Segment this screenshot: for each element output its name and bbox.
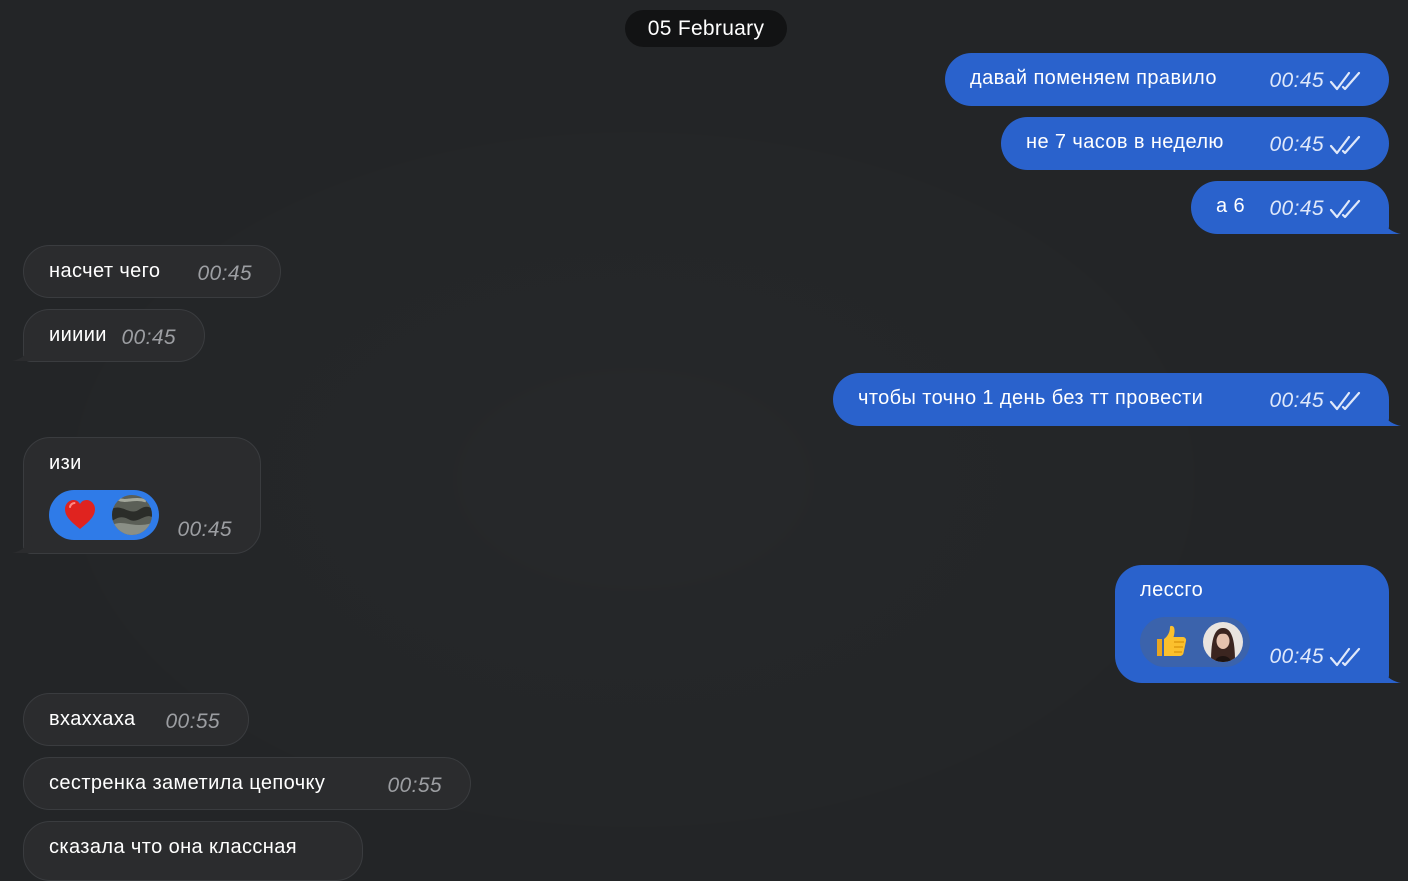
avatar [1203, 622, 1243, 662]
red-heart-icon [65, 500, 95, 529]
double-check-icon [1329, 647, 1361, 667]
message-time: 00:45 [197, 262, 252, 285]
outgoing-message[interactable]: а 6 00:45 [1191, 181, 1401, 234]
incoming-message[interactable]: вхаххаха 00:55 [23, 693, 249, 746]
bubble-tail [1377, 408, 1401, 426]
message-text: сказала что она классная [49, 836, 297, 858]
message-time: 00:45 [177, 518, 232, 541]
incoming-message[interactable]: изи 00:45 [12, 437, 261, 554]
outgoing-message[interactable]: давай поменяем правило 00:45 [945, 53, 1389, 106]
bubble-tail [12, 343, 36, 361]
message-text: давай поменяем правило [970, 67, 1217, 89]
message-time: 00:45 [121, 326, 176, 349]
message-time: 00:55 [387, 774, 442, 797]
thumbs-up-icon [1157, 625, 1187, 656]
chat-area[interactable]: 05 February давай поменяем правило 00:45… [0, 0, 1408, 881]
message-time: 00:45 [1269, 197, 1324, 220]
message-text: вхаххаха [49, 708, 136, 730]
message-time: 00:45 [1269, 389, 1324, 412]
message-text: сестренка заметила цепочку [49, 772, 326, 794]
reaction-chip[interactable] [49, 490, 159, 540]
message-time: 00:45 [1269, 69, 1324, 92]
message-time: 00:45 [1269, 645, 1324, 668]
message-time: 00:55 [165, 710, 220, 733]
double-check-icon [1329, 199, 1361, 219]
incoming-message[interactable]: сказала что она классная [23, 821, 363, 881]
bubble-tail [1377, 216, 1401, 234]
message-text: лессго [1140, 579, 1204, 601]
date-separator: 05 February [625, 10, 787, 47]
message-text: иииии [49, 324, 107, 346]
message-text: не 7 часов в неделю [1026, 131, 1224, 153]
bubble-tail [1377, 665, 1401, 683]
incoming-message[interactable]: иииии 00:45 [12, 309, 205, 362]
double-check-icon [1329, 391, 1361, 411]
outgoing-message[interactable]: лессго 00:45 [1115, 565, 1401, 683]
avatar [112, 495, 152, 535]
message-text: насчет чего [49, 260, 161, 282]
message-text: изи [49, 452, 82, 474]
incoming-message[interactable]: сестренка заметила цепочку 00:55 [23, 757, 471, 810]
bubble-tail [12, 535, 36, 553]
outgoing-message[interactable]: не 7 часов в неделю 00:45 [1001, 117, 1389, 170]
reaction-chip[interactable] [1140, 617, 1250, 667]
double-check-icon [1329, 135, 1361, 155]
outgoing-message[interactable]: чтобы точно 1 день без тт провести 00:45 [833, 373, 1401, 426]
double-check-icon [1329, 71, 1361, 91]
message-time: 00:45 [1269, 133, 1324, 156]
incoming-message[interactable]: насчет чего 00:45 [23, 245, 281, 298]
message-text: а 6 [1216, 195, 1246, 217]
message-text: чтобы точно 1 день без тт провести [858, 387, 1204, 409]
